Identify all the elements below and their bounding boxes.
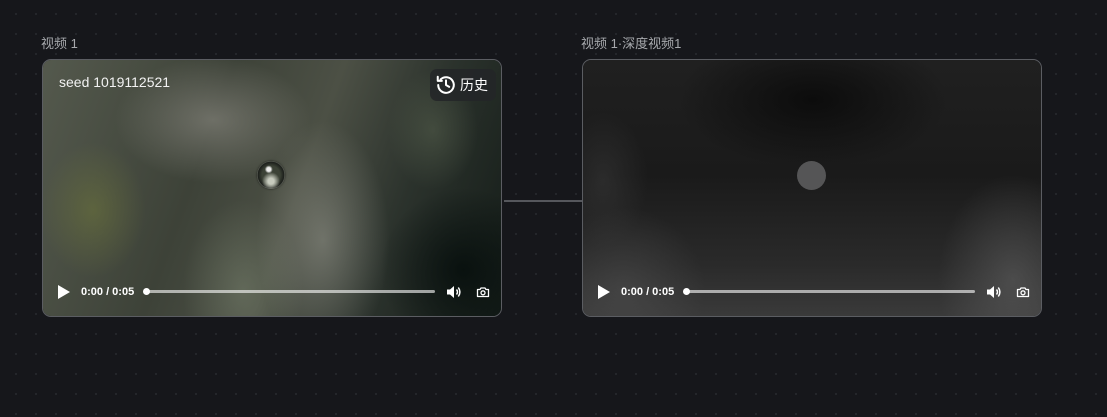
progress-thumb[interactable] (143, 288, 150, 295)
video-controls: 0:00 / 0:05 (43, 270, 501, 316)
camera-icon[interactable] (1016, 285, 1030, 299)
seed-label: seed 1019112521 (59, 74, 171, 90)
video-node-title: 视频 1 (41, 36, 78, 51)
time-display: 0:00 / 0:05 (81, 286, 135, 298)
history-clock-icon (436, 75, 455, 94)
progress-thumb[interactable] (683, 288, 690, 295)
water-droplet-image (257, 161, 285, 189)
progress-bar[interactable] (143, 288, 435, 295)
history-label: 历史 (460, 77, 488, 93)
play-icon[interactable] (57, 284, 71, 300)
depth-video-node-title: 视频 1·深度视频1 (581, 36, 682, 51)
play-icon[interactable] (597, 284, 611, 300)
depth-droplet-image (797, 161, 826, 190)
progress-bar[interactable] (683, 288, 975, 295)
time-display: 0:00 / 0:05 (621, 286, 675, 298)
node-connector (504, 200, 582, 202)
video-controls: 0:00 / 0:05 (583, 270, 1041, 316)
history-button[interactable]: 历史 (430, 69, 496, 101)
volume-icon[interactable] (986, 284, 1002, 300)
volume-icon[interactable] (446, 284, 462, 300)
camera-icon[interactable] (476, 285, 490, 299)
depth-video-node[interactable]: 0:00 / 0:05 (582, 59, 1042, 317)
video-node[interactable]: seed 1019112521 历史 0:00 / 0:05 (42, 59, 502, 317)
